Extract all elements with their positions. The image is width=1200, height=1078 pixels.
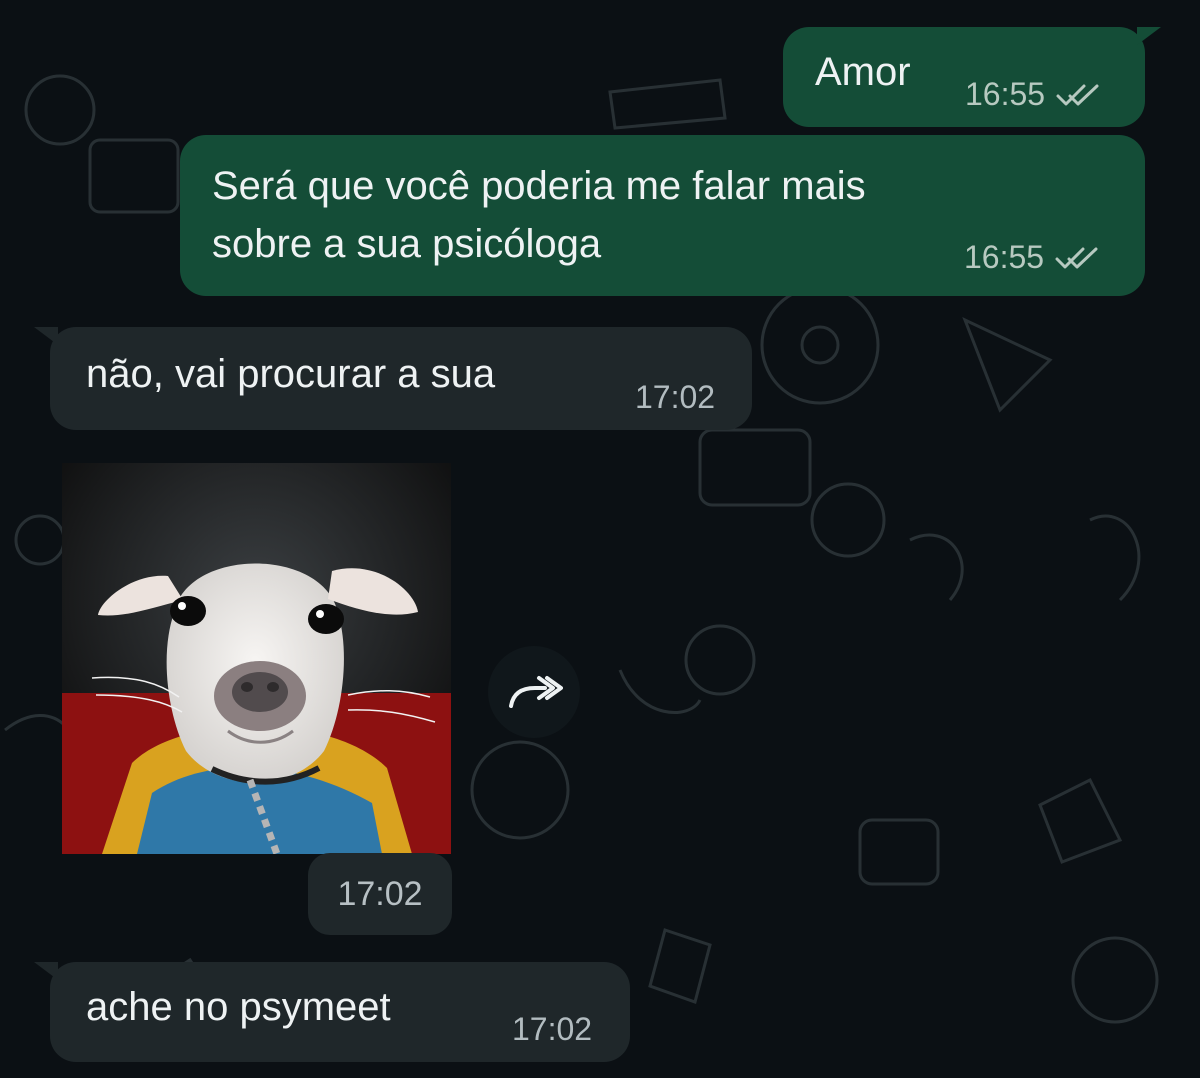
- message-text: ache no psymeet: [86, 985, 391, 1029]
- puppy-photo[interactable]: [62, 463, 451, 854]
- double-check-icon: [1056, 84, 1099, 105]
- message-meta: 16:55: [964, 239, 1100, 276]
- message-time: 17:02: [635, 379, 716, 415]
- forward-button[interactable]: [488, 646, 580, 738]
- forward-icon: [509, 676, 563, 708]
- outgoing-message[interactable]: Amor 16:55: [783, 27, 1161, 127]
- message-meta: 16:55: [965, 76, 1101, 113]
- message-text-line-2: sobre a sua psicóloga: [212, 222, 602, 266]
- incoming-message[interactable]: não, vai procurar a sua 17:02: [34, 327, 752, 430]
- chat-area: Amor 16:55 Será que você poderia me fala…: [0, 0, 1200, 1078]
- bubble-tail: [1137, 27, 1161, 45]
- bubble-tail: [34, 962, 58, 980]
- image-message-time: 17:02: [308, 853, 452, 935]
- message-time: 17:02: [512, 1011, 593, 1047]
- message-text: Amor: [815, 50, 911, 94]
- message-text: não, vai procurar a sua: [86, 352, 496, 396]
- message-time: 17:02: [337, 874, 423, 913]
- message-text-line-1: Será que você poderia me falar mais: [212, 164, 866, 208]
- message-time: 16:55: [964, 239, 1045, 275]
- message-meta: 17:02: [635, 379, 715, 416]
- bubble-tail: [34, 327, 58, 345]
- double-check-icon: [1055, 247, 1098, 268]
- message-time: 16:55: [965, 76, 1046, 112]
- incoming-message[interactable]: ache no psymeet 17:02: [34, 962, 630, 1062]
- puppy-image: [62, 463, 451, 854]
- outgoing-message[interactable]: Será que você poderia me falar mais sobr…: [180, 135, 1145, 296]
- message-meta: 17:02: [512, 1011, 592, 1048]
